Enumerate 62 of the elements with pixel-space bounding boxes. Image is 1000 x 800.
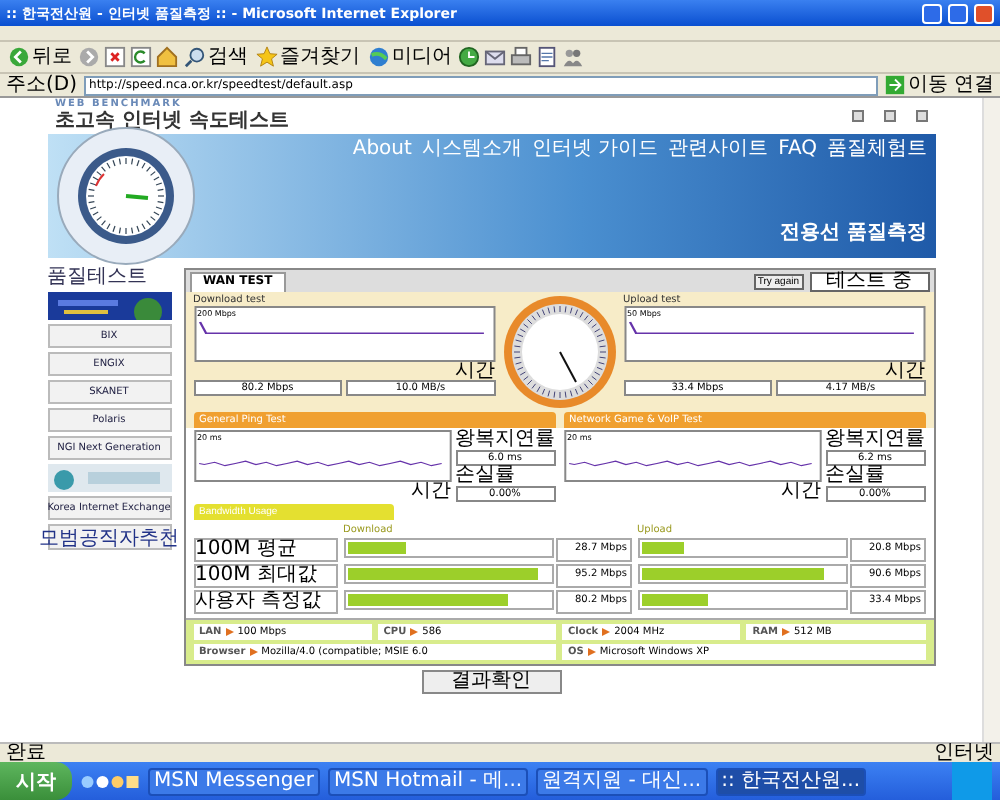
taskbar-button[interactable]: MSN Hotmail - 메... [327, 767, 529, 795]
speed-gauge-drawing [501, 294, 617, 410]
axis-label: 시간 [411, 482, 451, 500]
links-label[interactable]: 연결 [954, 75, 994, 95]
taskbar-button[interactable]: :: 한국전산원... [715, 767, 867, 795]
site-title: 초고속 인터넷 속도테스트 [55, 110, 289, 132]
taskbar-button[interactable]: MSN Messenger [148, 767, 320, 795]
quick-launch-icon [80, 773, 140, 789]
clock-icon[interactable] [458, 46, 480, 68]
triangle-icon [225, 627, 234, 636]
zone-text: 인터넷 [934, 743, 994, 763]
scrollbar[interactable] [982, 98, 1000, 742]
globe-icon [368, 46, 390, 68]
field-label: 왕복지연률 [455, 430, 555, 450]
people-icon[interactable] [562, 46, 584, 68]
square-icon[interactable] [915, 110, 927, 122]
maximize-button[interactable] [948, 3, 968, 23]
search-button[interactable]: 검색 [182, 46, 250, 68]
printer-icon[interactable] [510, 46, 532, 68]
nav-link[interactable]: FAQ [778, 138, 817, 160]
status-text: 완료 [6, 743, 46, 763]
row-label: 100M 최대값 [193, 564, 337, 588]
triangle-icon [410, 627, 419, 636]
dial-drawing [55, 126, 195, 266]
search-icon [184, 46, 206, 68]
taskbar-button[interactable]: 원격지원 - 대신... [536, 767, 708, 795]
minimize-button[interactable] [922, 3, 942, 23]
field-label: 왕복지연률 [825, 430, 925, 450]
document-icon[interactable] [536, 46, 558, 68]
stop-icon[interactable] [104, 46, 126, 68]
square-icon[interactable] [883, 110, 895, 122]
field-label: 손실률 [825, 466, 887, 486]
close-button[interactable] [974, 3, 994, 23]
nav-link[interactable]: 인터넷 가이드 [531, 138, 659, 160]
nav-link[interactable]: 관련사이트 [668, 138, 769, 160]
axis-label: 시간 [885, 362, 925, 380]
axis-label: 시간 [455, 362, 495, 380]
address-label: 주소(D) [6, 75, 78, 95]
forward-icon[interactable] [78, 46, 100, 68]
home-icon[interactable] [156, 46, 178, 68]
triangle-icon [587, 647, 596, 656]
square-icon[interactable] [851, 110, 863, 122]
row-label: 100M 평균 [193, 538, 337, 562]
go-button[interactable]: 이동 [884, 74, 948, 96]
back-button[interactable]: 뒤로 [6, 46, 74, 68]
field-label: 손실률 [455, 466, 517, 486]
triangle-icon [249, 647, 258, 656]
result-button[interactable]: 결과확인 [421, 670, 561, 694]
favorites-button[interactable]: 즐겨찾기 [254, 46, 362, 68]
status-field: 테스트 중 [809, 271, 929, 291]
sidebar-heading: 품질테스트 [47, 268, 149, 288]
row-label: 사용자 측정값 [193, 590, 337, 614]
media-button[interactable]: 미디어 [366, 46, 454, 68]
triangle-icon [781, 627, 790, 636]
nav-link[interactable]: 품질체험트 [827, 138, 927, 160]
star-icon [256, 46, 278, 68]
envelope-icon[interactable] [484, 46, 506, 68]
banner-title: 전용선 품질측정 [780, 220, 927, 246]
axis-label: 시간 [781, 482, 821, 500]
triangle-icon [602, 627, 611, 636]
back-icon [8, 46, 30, 68]
refresh-icon[interactable] [130, 46, 152, 68]
